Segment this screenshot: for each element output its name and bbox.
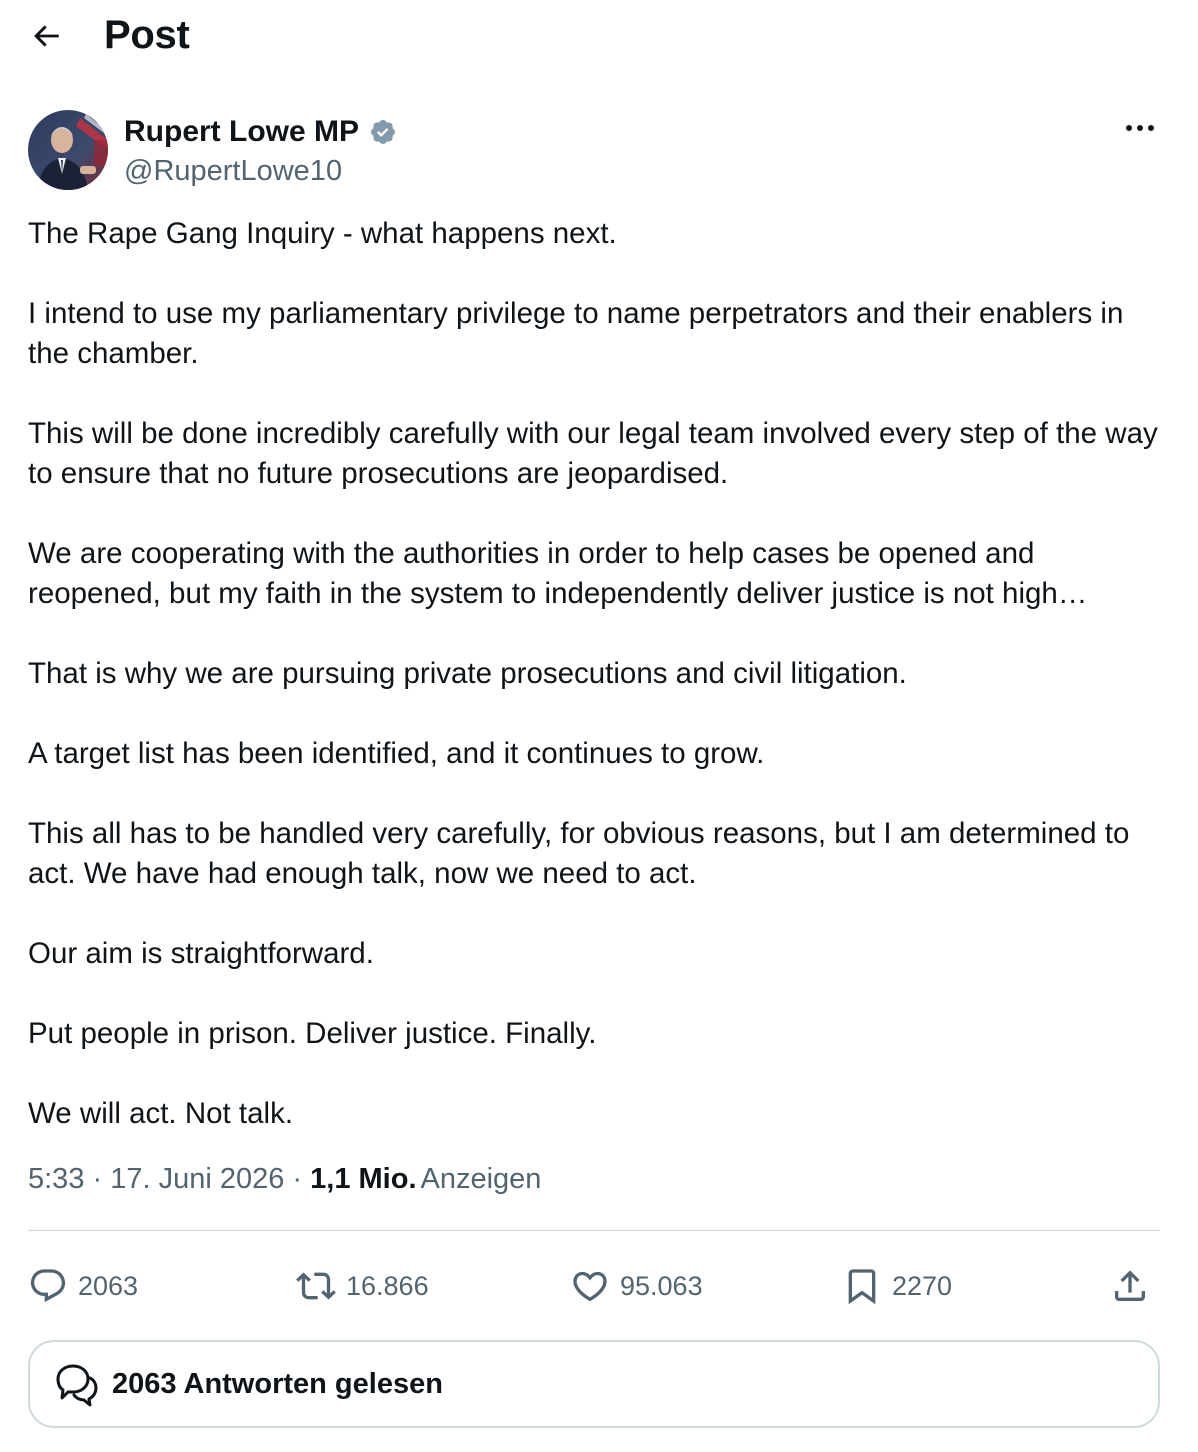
post-paragraph: Put people in prison. Deliver justice. F… (28, 1017, 597, 1050)
like-count: 95.063 (620, 1270, 703, 1301)
bookmark-count: 2270 (892, 1270, 953, 1301)
repost-button[interactable]: 16.866 (296, 1262, 429, 1310)
author-row: Rupert Lowe MP @RupertLowe10 (28, 110, 1168, 192)
bookmark-icon (848, 1269, 876, 1305)
display-name-row: Rupert Lowe MP (124, 114, 397, 150)
back-button[interactable] (22, 12, 70, 60)
reply-count: 2063 (78, 1270, 139, 1301)
author-handle[interactable]: @RupertLowe10 (124, 154, 342, 188)
action-bar: 2063 16.866 95.063 2270 (28, 1262, 1160, 1310)
post-paragraph: A target list has been identified, and i… (28, 737, 765, 770)
post-paragraph: That is why we are pursuing private pros… (28, 657, 907, 690)
double-speech-bubble-icon (56, 1364, 98, 1407)
avatar-image (28, 110, 108, 190)
views-count: 1,1 Mio. (310, 1163, 417, 1195)
verified-badge-icon (371, 120, 395, 144)
reply-button[interactable]: 2063 (28, 1262, 138, 1310)
views-label: Anzeigen (420, 1163, 542, 1195)
post-paragraph: Our aim is straightforward. (28, 937, 374, 970)
post-paragraph: The Rape Gang Inquiry - what happens nex… (28, 217, 617, 250)
page-title: Post (104, 13, 190, 57)
avatar[interactable] (28, 110, 108, 190)
heart-icon (573, 1271, 607, 1302)
post-metadata: 5:33 · 17. Juni 2026 · 1,1 Mio. Anzeigen (28, 1160, 541, 1198)
post-paragraph: This all has to be handled very carefull… (28, 817, 1130, 890)
post-paragraph: I intend to use my parliamentary privile… (28, 297, 1124, 370)
post-header: Post (0, 0, 1198, 72)
post-paragraph: We will act. Not talk. (28, 1097, 294, 1130)
share-button[interactable] (1110, 1262, 1150, 1310)
post-timestamp[interactable]: 5:33 · 17. Juni 2026 · (28, 1163, 310, 1195)
share-upload-icon (1115, 1270, 1145, 1301)
bookmark-button[interactable]: 2270 (842, 1262, 952, 1310)
read-replies-label: 2063 Antworten gelesen (112, 1367, 443, 1400)
more-horizontal-icon (1126, 125, 1154, 131)
arrow-left-icon (34, 25, 59, 47)
speech-bubble-icon (30, 1269, 66, 1303)
divider (28, 1230, 1160, 1231)
read-replies-button[interactable]: 2063 Antworten gelesen (28, 1340, 1160, 1428)
post-paragraph: We are cooperating with the authorities … (28, 537, 1088, 610)
repost-count: 16.866 (346, 1270, 429, 1301)
post-paragraph: This will be done incredibly carefully w… (28, 417, 1158, 490)
post-text: The Rape Gang Inquiry - what happens nex… (28, 214, 1168, 1134)
display-name[interactable]: Rupert Lowe MP (124, 114, 359, 150)
repost-arrows-icon (296, 1272, 336, 1300)
like-button[interactable]: 95.063 (570, 1262, 703, 1310)
more-options-button[interactable] (1118, 110, 1162, 146)
